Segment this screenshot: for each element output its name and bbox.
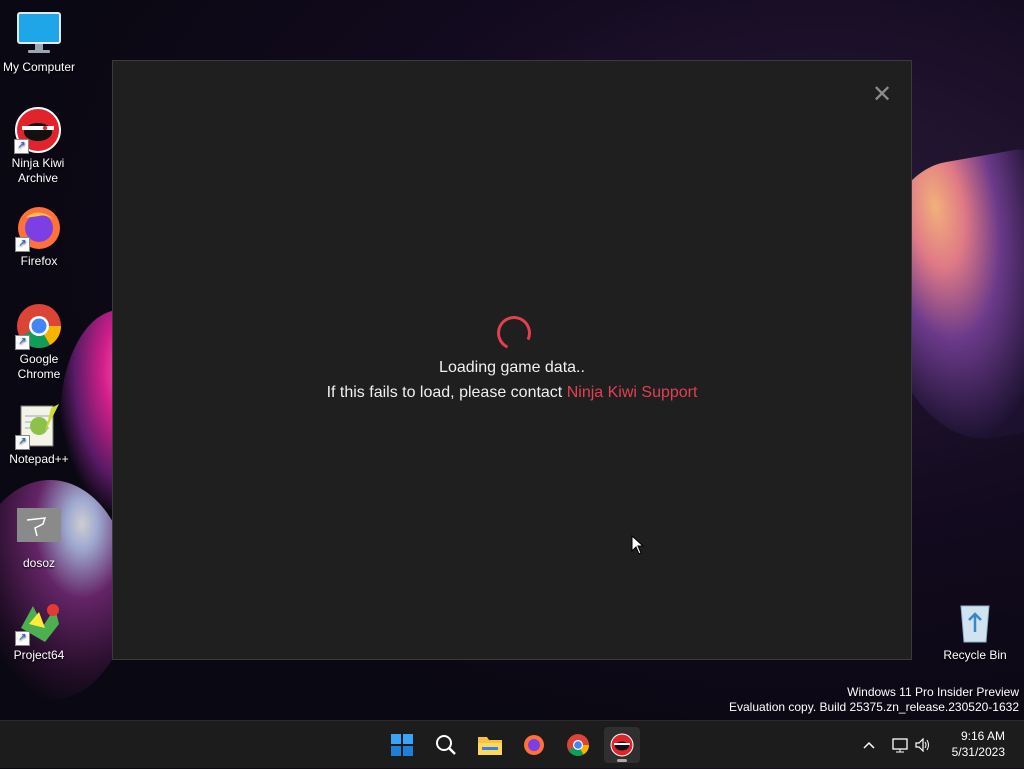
firefox-taskbar-button[interactable]: [516, 727, 552, 763]
clock[interactable]: 9:16 AM 5/31/2023: [952, 728, 1005, 760]
shortcut-arrow-icon: ↗: [15, 435, 30, 450]
ninja-kiwi-icon: ↗: [14, 106, 62, 154]
loading-text: Loading game data..: [439, 359, 585, 376]
shortcut-arrow-icon: ↗: [15, 237, 30, 252]
desktop-icon-dosoz[interactable]: dosoz: [1, 506, 77, 571]
start-button[interactable]: [384, 727, 420, 763]
firefox-icon: [524, 735, 544, 755]
clock-date: 5/31/2023: [951, 745, 1005, 759]
chrome-icon: ↗: [15, 302, 63, 350]
desktop-icon-label: Recycle Bin: [943, 648, 1007, 662]
watermark-build: Evaluation copy. Build 25375.zn_release.…: [729, 700, 1019, 714]
windows-logo-icon: [391, 734, 413, 756]
project64-icon: ↗: [15, 598, 63, 646]
ninja-kiwi-taskbar-button[interactable]: [604, 727, 640, 763]
file-explorer-icon: [478, 737, 502, 755]
chrome-taskbar-button[interactable]: [560, 727, 596, 763]
desktop-icon-label: Google Chrome: [17, 352, 61, 381]
shortcut-arrow-icon: ↗: [15, 631, 30, 646]
recycle-bin-icon: [951, 598, 999, 646]
search-button[interactable]: [428, 727, 464, 763]
shortcut-arrow-icon: ↗: [15, 335, 30, 350]
desktop-icon-label: My Computer: [2, 60, 76, 74]
chrome-icon: [567, 734, 589, 756]
close-button[interactable]: ✕: [871, 82, 893, 106]
dosoz-icon: [15, 506, 63, 554]
show-hidden-icons-chevron-icon[interactable]: [858, 741, 880, 749]
desktop-icon-notepad-plus-plus[interactable]: ↗ Notepad++: [1, 402, 77, 467]
desktop-icon-project64[interactable]: ↗ Project64: [1, 598, 77, 663]
taskbar: 9:16 AM 5/31/2023: [0, 720, 1024, 768]
network-icon[interactable]: [889, 737, 913, 753]
file-explorer-button[interactable]: [472, 727, 508, 763]
mouse-cursor-icon: [631, 534, 645, 560]
ninja-kiwi-icon: [610, 733, 634, 757]
ninja-kiwi-loading-window: ✕ Loading game data.. If this fails to l…: [112, 60, 912, 660]
desktop-icon-label: Notepad++: [9, 452, 69, 466]
desktop-icon-label: Ninja Kiwi Archive: [11, 156, 65, 185]
firefox-icon: ↗: [15, 204, 63, 252]
desktop-icon-label: dosoz: [22, 556, 56, 570]
clock-time: 9:16 AM: [960, 729, 1005, 743]
desktop-icon-label: Project64: [13, 648, 65, 662]
notepad-plus-plus-icon: ↗: [15, 402, 63, 450]
desktop-icon-google-chrome[interactable]: ↗ Google Chrome: [1, 302, 77, 382]
load-failure-message: If this fails to load, please contact Ni…: [113, 384, 911, 402]
monitor-icon: [15, 10, 63, 58]
load-failure-text: If this fails to load, please contact: [326, 384, 567, 401]
shortcut-arrow-icon: ↗: [14, 139, 29, 154]
system-tray: [858, 721, 933, 769]
desktop-icon-ninja-kiwi-archive[interactable]: ↗ Ninja Kiwi Archive: [0, 106, 76, 186]
watermark-edition: Windows 11 Pro Insider Preview: [847, 685, 1019, 699]
active-app-indicator: [617, 759, 627, 762]
desktop-icon-firefox[interactable]: ↗ Firefox: [1, 204, 77, 269]
windows-watermark: Windows 11 Pro Insider Preview Evaluatio…: [729, 685, 1019, 715]
support-link[interactable]: Ninja Kiwi Support: [567, 384, 698, 401]
desktop-icon-my-computer[interactable]: My Computer: [1, 10, 77, 75]
desktop-icon-recycle-bin[interactable]: Recycle Bin: [937, 598, 1013, 663]
search-icon: [436, 735, 456, 755]
loading-spinner-icon: [492, 311, 536, 355]
volume-icon[interactable]: [913, 738, 933, 752]
desktop-icon-label: Firefox: [20, 254, 58, 268]
